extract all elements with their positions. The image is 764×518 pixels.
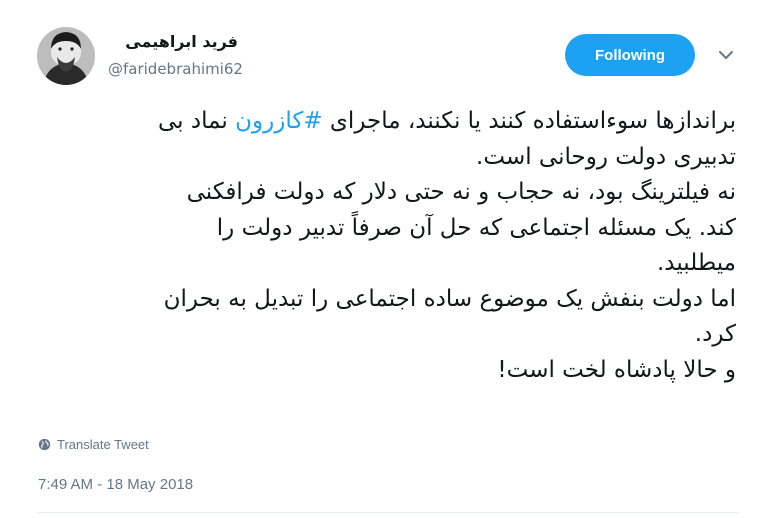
- author-handle[interactable]: @faridebrahimi62: [108, 60, 243, 78]
- profile-photo: [37, 27, 95, 85]
- tweet-line-6: اما دولت بنفش یک موضوع ساده اجتماعی را ت…: [163, 285, 736, 312]
- tweet-line-3: نه فیلترینگ بود، نه حجاب و نه حتی دلار ک…: [186, 179, 736, 205]
- following-button[interactable]: Following: [565, 34, 695, 76]
- tweet-line-4: کند. یک مسئله اجتماعی که حل آن صرفاً تدب…: [216, 214, 736, 241]
- tweet-timestamp[interactable]: 7:49 AM - 18 May 2018: [38, 476, 193, 493]
- avatar[interactable]: [37, 27, 95, 85]
- tweet-line-1-start: براندازها سوءاستفاده کنند یا نکنند، ماجر…: [322, 108, 736, 134]
- tweet-line-5: میطلبید.: [656, 250, 736, 276]
- translate-label: Translate Tweet: [57, 437, 149, 452]
- chevron-down-icon[interactable]: [718, 47, 734, 61]
- author-name[interactable]: فرید ابراهیمی: [108, 32, 238, 51]
- translate-tweet-link[interactable]: Translate Tweet: [38, 437, 149, 452]
- tweet-text: براندازها سوءاستفاده کنند یا نکنند، ماجر…: [34, 104, 736, 388]
- hashtag-link[interactable]: #کازرون: [235, 108, 322, 134]
- tweet-line-8: و حالا پادشاه لخت است!: [497, 356, 736, 383]
- divider: [38, 512, 738, 513]
- tweet-line-2: تدبیری دولت روحانی است.: [476, 143, 736, 170]
- tweet-line-1-end: نماد بی: [158, 108, 236, 134]
- tweet-line-1: براندازها سوءاستفاده کنند یا نکنند، ماجر…: [34, 104, 736, 140]
- globe-icon: [38, 438, 51, 451]
- tweet-line-7: کرد.: [694, 321, 736, 347]
